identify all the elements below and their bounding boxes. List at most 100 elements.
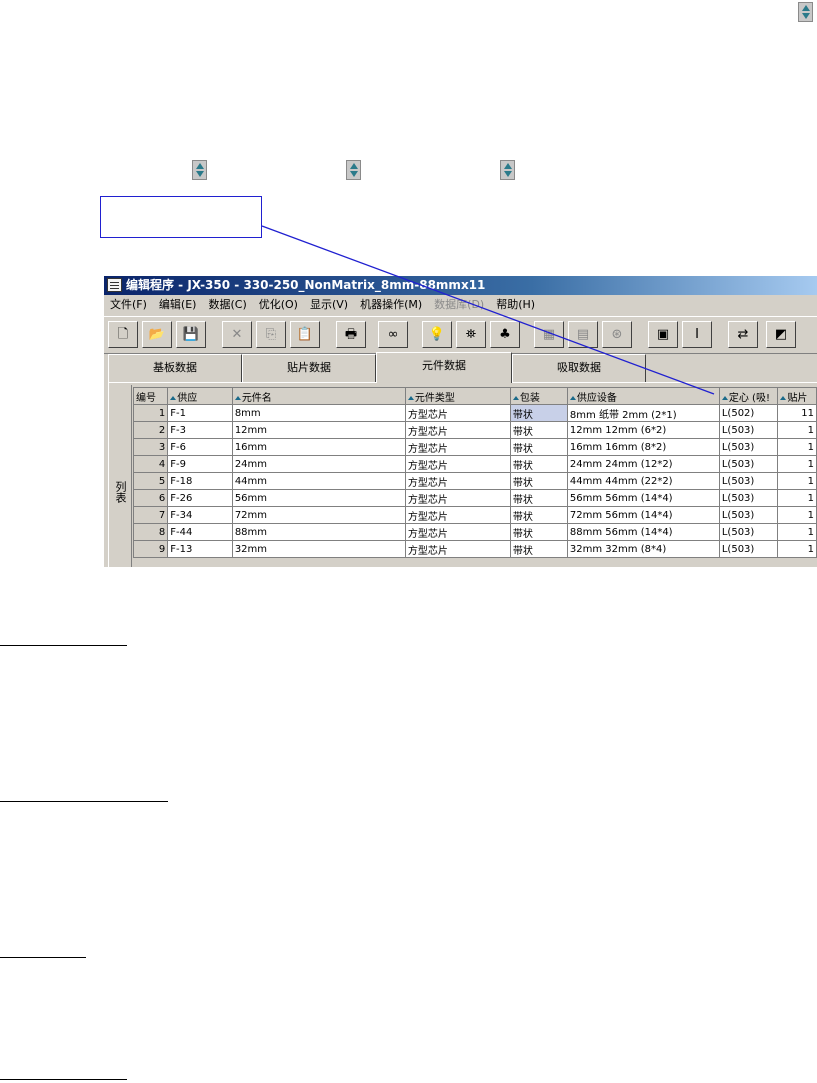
new-file-icon[interactable]: 🗋 [108, 321, 138, 348]
column-header[interactable]: 供应 [167, 387, 233, 405]
copy-icon[interactable]: ⎘ [256, 321, 286, 348]
table-cell[interactable]: 带状 [509, 506, 568, 524]
table-cell[interactable]: F-1 [167, 404, 233, 422]
table-cell[interactable]: 1 [777, 438, 817, 456]
menu-item[interactable]: 机器操作(M) [354, 295, 428, 314]
menu-item[interactable]: 编辑(E) [153, 295, 203, 314]
column-header[interactable]: 供应设备 [566, 387, 720, 405]
column-header[interactable]: 编号 [132, 387, 169, 405]
table-cell[interactable]: 带状 [509, 472, 568, 490]
table-cell[interactable]: 32mm 32mm (8*4) [566, 540, 720, 558]
table-cell[interactable]: 方型芯片 [404, 489, 511, 507]
table-cell[interactable]: 72mm [231, 506, 406, 524]
table-cell[interactable]: 4 [132, 455, 169, 473]
table-cell[interactable]: 16mm [231, 438, 406, 456]
board-icon[interactable]: ▦ [534, 321, 564, 348]
machine-icon[interactable]: ⛯ [456, 321, 486, 348]
table-cell[interactable]: 88mm 56mm (14*4) [566, 523, 720, 541]
ibeam-icon[interactable]: Ⅰ [682, 321, 712, 348]
table-cell[interactable]: 3 [132, 438, 169, 456]
table-cell[interactable]: 8mm [231, 404, 406, 422]
table-cell[interactable]: 方型芯片 [404, 438, 511, 456]
table-cell[interactable]: 1 [777, 455, 817, 473]
table-cell[interactable]: 带状 [509, 438, 568, 456]
print-icon[interactable]: 🖶 [336, 321, 366, 348]
table-row[interactable]: 1 F-1 8mm 方型芯片 带状 8mm 纸带 2mm (2*1) L(502) 11 [132, 404, 817, 422]
cut-icon[interactable]: ✕ [222, 321, 252, 348]
menu-item[interactable]: 显示(V) [304, 295, 354, 314]
table-cell[interactable]: 24mm 24mm (12*2) [566, 455, 720, 473]
export-icon[interactable]: ◩ [766, 321, 796, 348]
list-sidebar[interactable]: 列表 [111, 385, 132, 567]
table-cell[interactable]: L(503) [718, 472, 779, 490]
column-header[interactable]: 元件名 [231, 387, 406, 405]
table-cell[interactable]: L(503) [718, 421, 779, 439]
table-cell[interactable]: 方型芯片 [404, 472, 511, 490]
table-cell[interactable]: 44mm [231, 472, 406, 490]
column-header[interactable]: 定心 (吸! [718, 387, 779, 405]
table-cell[interactable]: 9 [132, 540, 169, 558]
table-cell[interactable]: 带状 [509, 455, 568, 473]
table-cell[interactable]: 2 [132, 421, 169, 439]
table-cell[interactable]: 16mm 16mm (8*2) [566, 438, 720, 456]
table-cell[interactable]: F-9 [167, 455, 233, 473]
table-cell[interactable]: 带状 [509, 489, 568, 507]
table-cell[interactable]: 方型芯片 [404, 540, 511, 558]
table-cell[interactable]: 带状 [509, 421, 568, 439]
table-cell[interactable]: 方型芯片 [404, 455, 511, 473]
tab-pickup[interactable]: 吸取数据 [512, 354, 646, 382]
transfer-icon[interactable]: ⇄ [728, 321, 758, 348]
table-cell[interactable]: 56mm [231, 489, 406, 507]
paste-icon[interactable]: 📋 [290, 321, 320, 348]
table-cell[interactable]: F-3 [167, 421, 233, 439]
tab-component[interactable]: 元件数据 [376, 352, 512, 383]
table-cell[interactable]: 56mm 56mm (14*4) [566, 489, 720, 507]
table-row[interactable]: 5 F-18 44mm 方型芯片 带状 44mm 44mm (22*2) L(503) 1 [132, 472, 817, 490]
table-row[interactable]: 3 F-6 16mm 方型芯片 带状 16mm 16mm (8*2) L(503) 1 [132, 438, 817, 456]
table-cell[interactable]: 1 [777, 523, 817, 541]
table-cell[interactable]: 32mm [231, 540, 406, 558]
table-cell[interactable]: L(503) [718, 506, 779, 524]
table-cell[interactable]: F-34 [167, 506, 233, 524]
column-header[interactable]: 贴片 [777, 387, 817, 405]
table-cell[interactable]: 44mm 44mm (22*2) [566, 472, 720, 490]
table-cell[interactable]: 方型芯片 [404, 506, 511, 524]
table-cell[interactable]: 1 [777, 489, 817, 507]
table-cell[interactable]: F-18 [167, 472, 233, 490]
table-row[interactable]: 4 F-9 24mm 方型芯片 带状 24mm 24mm (12*2) L(503) 1 [132, 455, 817, 473]
table-cell[interactable]: L(502) [718, 404, 779, 422]
nozzle-icon[interactable]: ⊛ [602, 321, 632, 348]
table-cell[interactable]: 1 [777, 540, 817, 558]
table-cell[interactable]: F-44 [167, 523, 233, 541]
optimize-icon[interactable]: ♣ [490, 321, 520, 348]
table-cell[interactable]: 8 [132, 523, 169, 541]
table-cell[interactable]: 8mm 纸带 2mm (2*1) [566, 404, 720, 422]
menu-item[interactable]: 优化(O) [253, 295, 304, 314]
table-cell[interactable]: 1 [777, 421, 817, 439]
table-cell[interactable]: 方型芯片 [404, 404, 511, 422]
table-cell[interactable]: 7 [132, 506, 169, 524]
table-cell[interactable]: F-26 [167, 489, 233, 507]
tab-placement[interactable]: 贴片数据 [242, 354, 376, 382]
table-cell[interactable]: 6 [132, 489, 169, 507]
table-cell[interactable]: F-13 [167, 540, 233, 558]
table-cell[interactable]: L(503) [718, 455, 779, 473]
table-cell[interactable]: 88mm [231, 523, 406, 541]
column-header[interactable]: 包装 [509, 387, 568, 405]
menu-item[interactable]: 数据(C) [202, 295, 252, 314]
table-row[interactable]: 9 F-13 32mm 方型芯片 带状 32mm 32mm (8*4) L(503) 1 [132, 540, 817, 558]
table-cell[interactable]: L(503) [718, 540, 779, 558]
table-row[interactable]: 7 F-34 72mm 方型芯片 带状 72mm 56mm (14*4) L(503) 1 [132, 506, 817, 524]
open-folder-icon[interactable]: 📂 [142, 321, 172, 348]
table-row[interactable]: 6 F-26 56mm 方型芯片 带状 56mm 56mm (14*4) L(503) 1 [132, 489, 817, 507]
find-icon[interactable]: ∞ [378, 321, 408, 348]
table-cell[interactable]: 方型芯片 [404, 421, 511, 439]
component-icon[interactable]: ▣ [648, 321, 678, 348]
column-header[interactable]: 元件类型 [404, 387, 511, 405]
table-cell[interactable]: 带状 [509, 404, 568, 422]
table-cell[interactable]: 12mm [231, 421, 406, 439]
table-cell[interactable]: L(503) [718, 523, 779, 541]
save-icon[interactable]: 💾 [176, 321, 206, 348]
table-cell[interactable]: L(503) [718, 438, 779, 456]
menu-item[interactable]: 文件(F) [104, 295, 153, 314]
